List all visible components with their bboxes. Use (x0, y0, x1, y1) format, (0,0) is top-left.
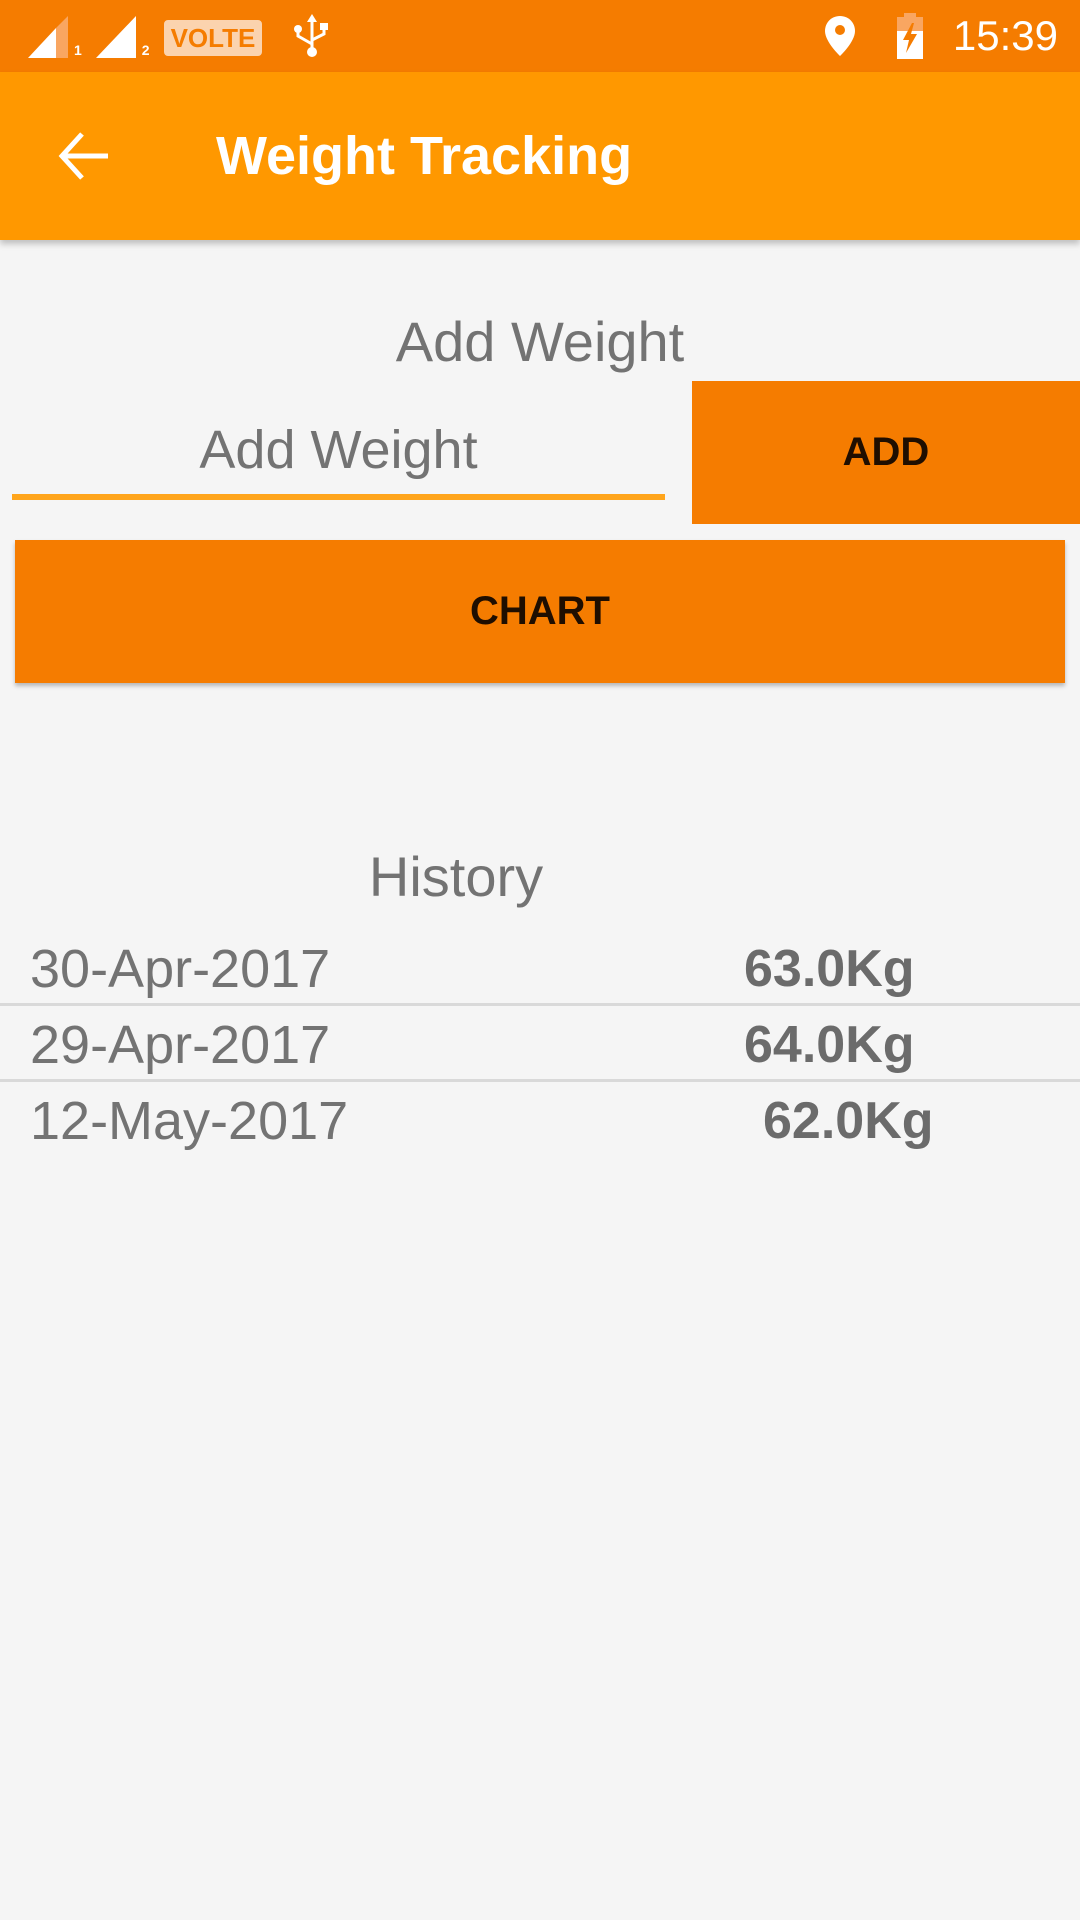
sim1-label: 1 (74, 42, 82, 58)
signal-sim2-icon (95, 16, 136, 58)
history-date: 30-Apr-2017 (30, 939, 331, 999)
history-weight: 64.0Kg (744, 1016, 915, 1074)
usb-icon (294, 14, 329, 57)
status-bar-left: 1 2 VOLTE (28, 14, 330, 58)
history-weight: 63.0Kg (744, 940, 915, 998)
row-divider (0, 1003, 1080, 1006)
arrow-back-icon[interactable] (56, 126, 112, 186)
page-title: Weight Tracking (216, 126, 633, 186)
signal-sim1-icon (28, 16, 68, 58)
row-divider (0, 1079, 1080, 1082)
volte-icon: VOLTE (163, 20, 263, 56)
history-row[interactable]: 12-May-2017 62.0Kg (0, 1084, 1080, 1158)
input-underline (12, 494, 665, 500)
add-weight-heading: Add Weight (395, 310, 685, 373)
add-weight-field (12, 405, 665, 500)
history-row[interactable]: 30-Apr-2017 63.0Kg (0, 932, 1080, 1006)
sim2-label: 2 (141, 42, 150, 58)
battery-charging-icon (896, 13, 923, 59)
history-heading: History (368, 845, 544, 908)
history-date: 29-Apr-2017 (30, 1015, 331, 1075)
history-row[interactable]: 29-Apr-2017 64.0Kg (0, 1008, 1080, 1082)
status-bar: 1 2 VOLTE 15:39 (0, 0, 1080, 72)
status-bar-right: 15:39 (823, 10, 1058, 62)
clock: 15:39 (952, 12, 1058, 59)
history-weight: 62.0Kg (763, 1092, 934, 1150)
location-icon (824, 16, 855, 56)
add-weight-input[interactable] (12, 405, 665, 495)
history-date: 12-May-2017 (30, 1091, 349, 1151)
chart-button[interactable]: CHART (15, 540, 1065, 683)
app-bar: Weight Tracking (0, 72, 1080, 240)
add-button[interactable]: ADD (692, 381, 1080, 524)
